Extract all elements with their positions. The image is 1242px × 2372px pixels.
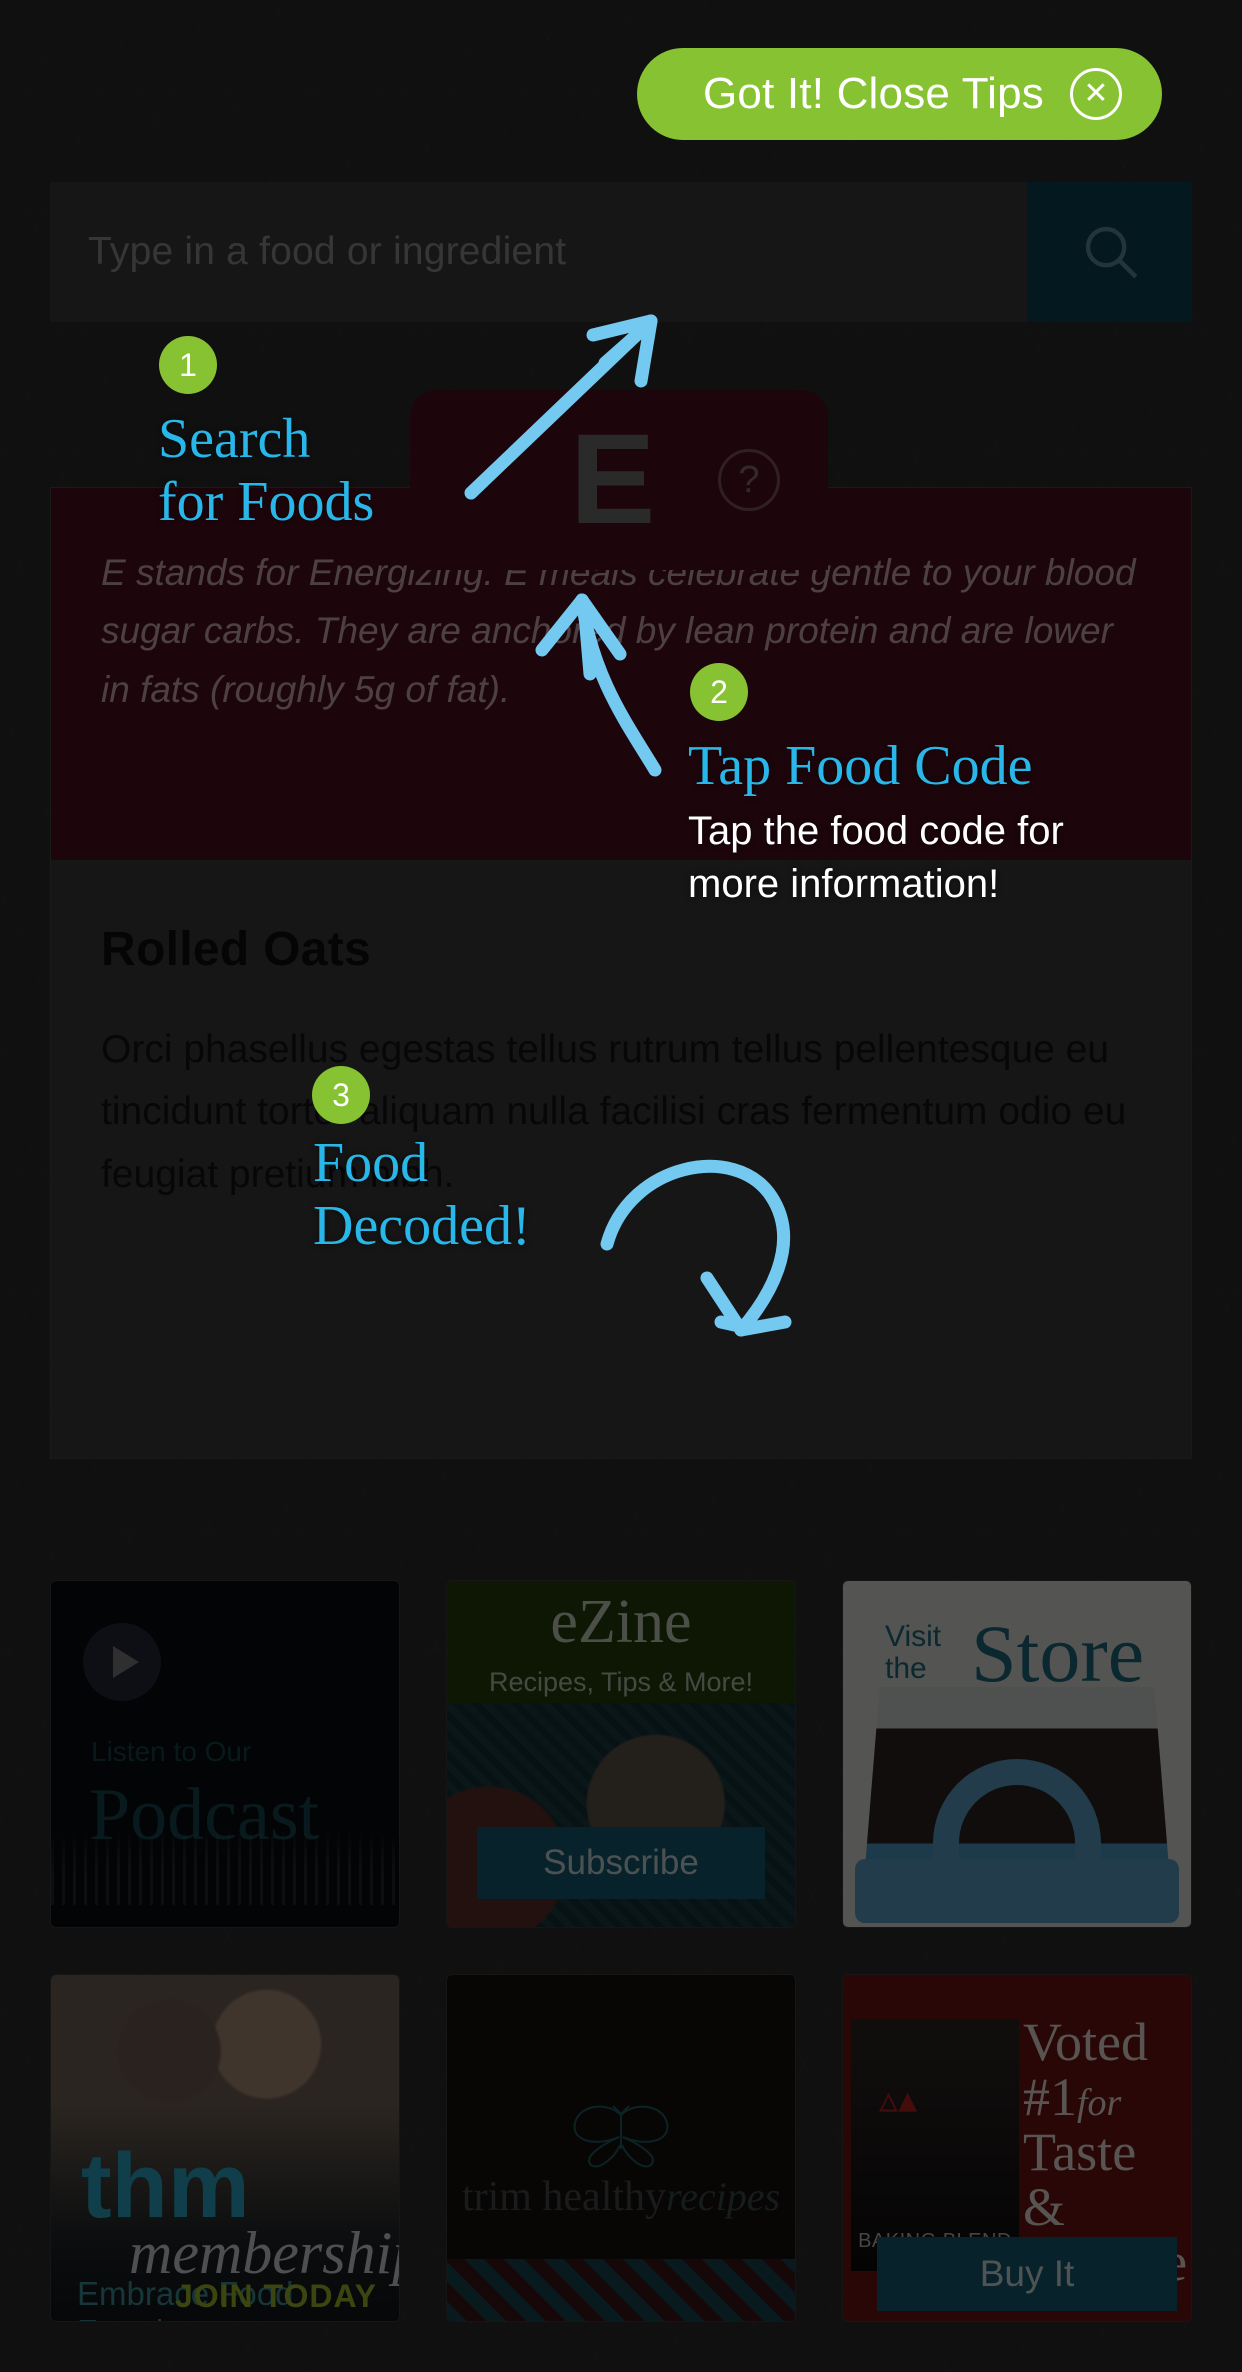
- close-tips-label: Got It! Close Tips: [702, 69, 1044, 118]
- tip-badge-3: 3: [312, 1066, 370, 1124]
- tip-badge-1: 1: [159, 336, 217, 394]
- tip-title-3: Food Decoded!: [313, 1132, 531, 1257]
- tip-subtitle-2: Tap the food code for more information!: [688, 809, 1064, 906]
- close-tips-button[interactable]: Got It! Close Tips ✕: [636, 48, 1162, 140]
- tip-arrow-3: [600, 1159, 792, 1337]
- tip-title-1: Search for Foods: [158, 408, 375, 533]
- tip-arrow-2: [535, 593, 662, 777]
- tip-badge-2: 2: [690, 663, 748, 721]
- tip-title-2: Tap Food Code: [688, 735, 1033, 797]
- tip-arrow-1: [464, 314, 658, 500]
- close-x-icon[interactable]: ✕: [1070, 68, 1122, 120]
